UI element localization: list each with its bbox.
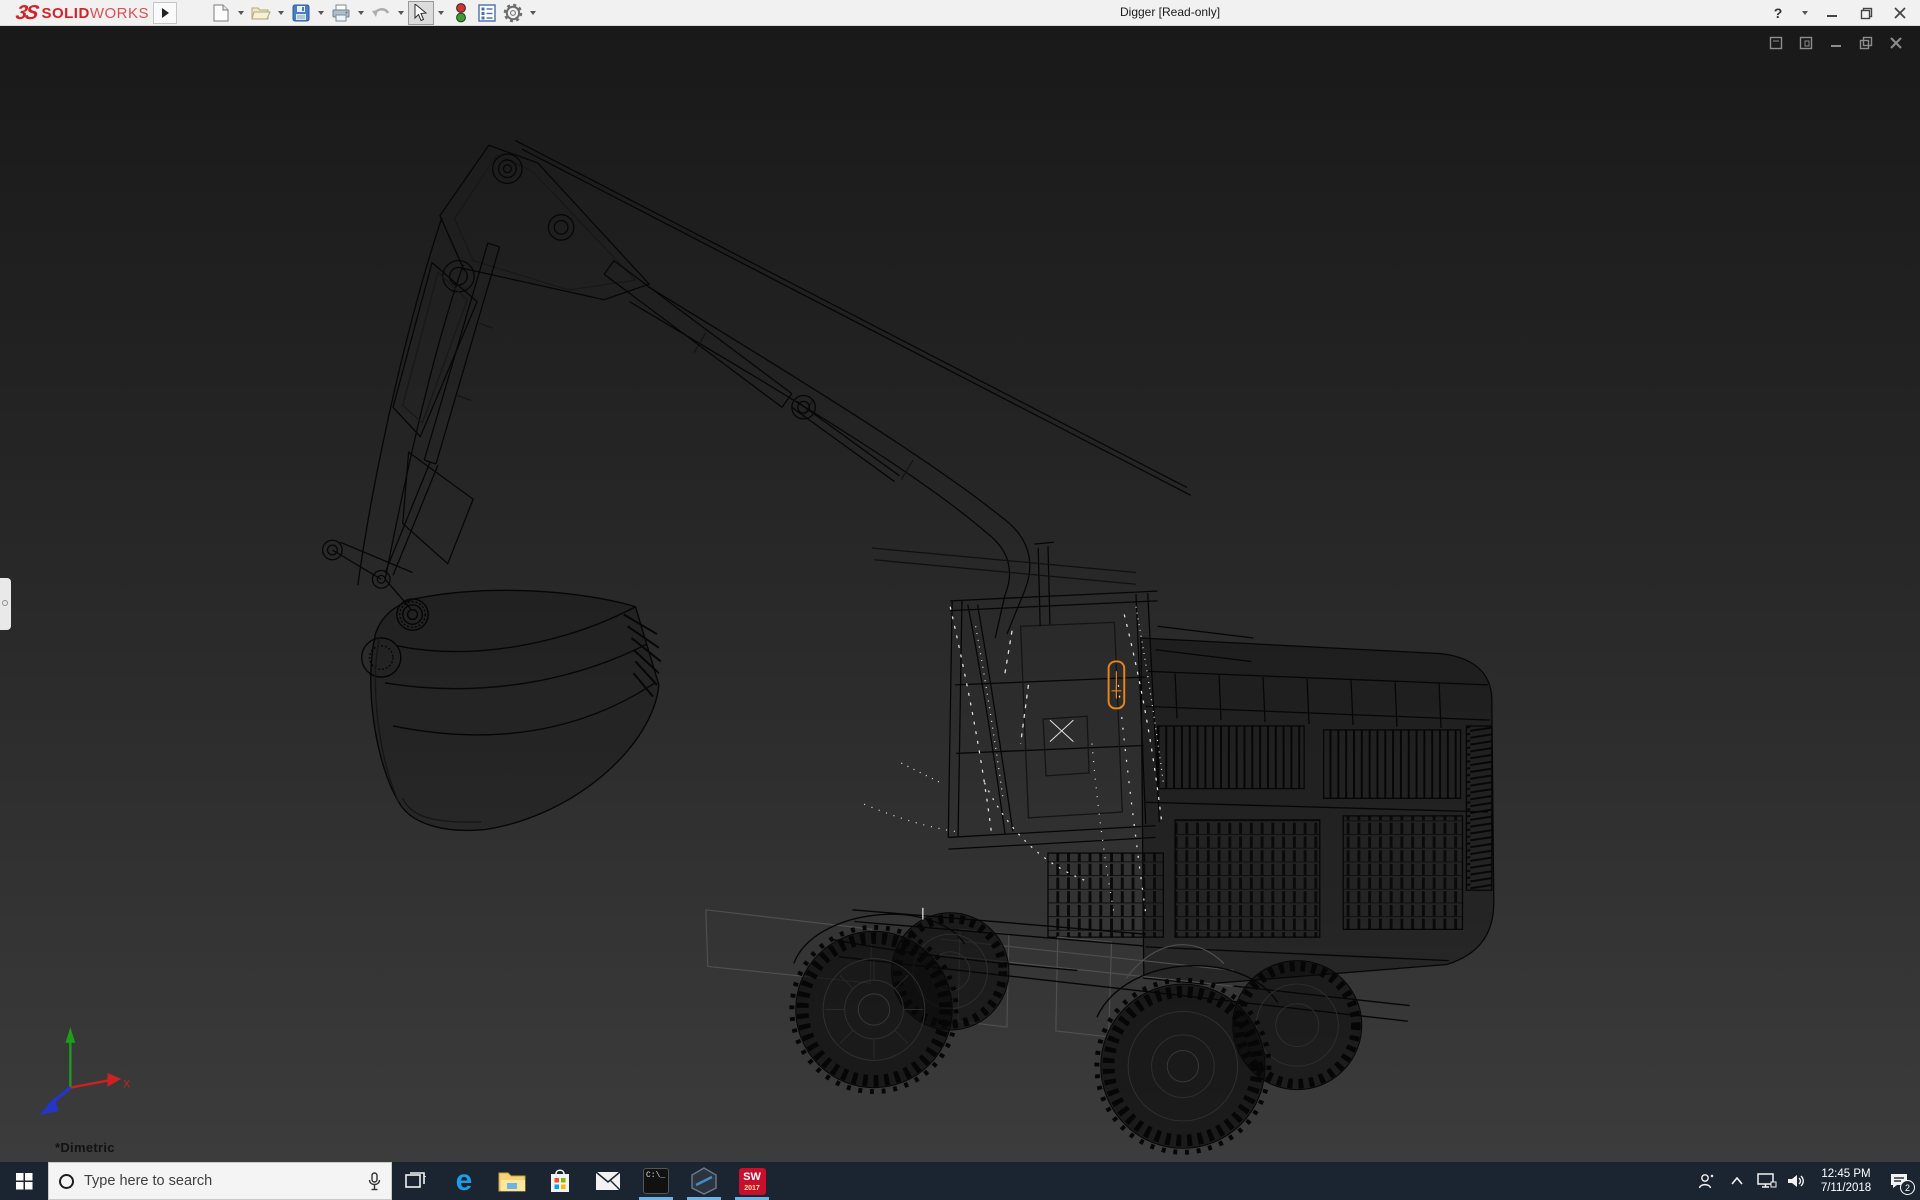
cab[interactable] — [948, 542, 1159, 849]
taskbar-app-edge[interactable]: e — [440, 1162, 488, 1200]
taskbar-app-3d-viewer[interactable] — [680, 1162, 728, 1200]
save-button[interactable] — [288, 1, 314, 25]
select-dropdown[interactable] — [434, 1, 448, 25]
taskbar-app-mail[interactable] — [584, 1162, 632, 1200]
people-icon — [1697, 1172, 1717, 1190]
boom-arm[interactable] — [323, 140, 1191, 638]
help-button[interactable]: ? — [1764, 1, 1792, 25]
graphics-viewport[interactable]: X *Dimetric — [0, 26, 1920, 1162]
minimize-button[interactable] — [1818, 1, 1846, 25]
store-icon — [548, 1168, 572, 1194]
window-title: Digger [Read-only] — [1120, 5, 1220, 19]
taskbar-app-command-prompt[interactable]: C:\_ — [632, 1162, 680, 1200]
print-button[interactable] — [328, 1, 354, 25]
search-placeholder: Type here to search — [84, 1173, 358, 1189]
open-folder-icon — [251, 5, 271, 21]
open-button[interactable] — [248, 1, 274, 25]
task-view-button[interactable] — [392, 1162, 440, 1200]
3d-viewer-icon — [690, 1167, 718, 1195]
x-axis-arrow — [108, 1073, 122, 1087]
taskbar-app-solidworks[interactable]: SW2017 — [728, 1162, 776, 1200]
y-axis-arrow — [65, 1027, 75, 1043]
doc-restore-button[interactable] — [1856, 34, 1876, 52]
select-button[interactable] — [408, 1, 434, 25]
new-document-button[interactable] — [208, 1, 234, 25]
network-button[interactable] — [1754, 1162, 1780, 1200]
expand-arrow-icon — [162, 8, 169, 18]
windows-logo-icon — [16, 1173, 33, 1190]
rebuild-button[interactable] — [448, 1, 474, 25]
solidworks-2017-icon: SW2017 — [739, 1168, 766, 1195]
flyout-pin-icon — [2, 600, 8, 606]
taskbar-clock[interactable]: 12:45 PM 7/11/2018 — [1814, 1167, 1878, 1195]
dassault-3s-icon: 3S — [14, 2, 39, 25]
file-properties-icon — [478, 4, 496, 22]
doc-tile-button[interactable] — [1796, 34, 1816, 52]
microphone-icon[interactable] — [368, 1172, 381, 1191]
document-window-controls — [1766, 34, 1906, 52]
taskbar-app-store[interactable] — [536, 1162, 584, 1200]
task-view-icon — [405, 1171, 427, 1191]
open-dropdown[interactable] — [274, 1, 288, 25]
network-icon — [1757, 1173, 1777, 1189]
action-center-button[interactable]: 2 — [1882, 1162, 1916, 1200]
excavator-wireframe-model[interactable]: X — [0, 26, 1920, 1162]
minimize-icon — [1826, 7, 1838, 19]
solidworks-logo: 3S SOLIDWORKS — [16, 1, 149, 25]
doc-minimize-button[interactable] — [1826, 34, 1846, 52]
start-button[interactable] — [0, 1162, 48, 1200]
mail-icon — [595, 1171, 621, 1191]
wheel-rear-outer[interactable] — [1097, 980, 1269, 1152]
window-controls: ? — [1764, 0, 1914, 26]
save-dropdown[interactable] — [314, 1, 328, 25]
clock-date: 7/11/2018 — [1814, 1181, 1878, 1195]
close-button[interactable] — [1886, 1, 1914, 25]
undo-button[interactable] — [368, 1, 394, 25]
bucket[interactable] — [362, 590, 661, 830]
new-document-icon — [213, 4, 229, 22]
undo-icon — [371, 5, 391, 21]
restore-button[interactable] — [1852, 1, 1880, 25]
volume-button[interactable] — [1784, 1162, 1810, 1200]
new-dropdown[interactable] — [234, 1, 248, 25]
windows-taskbar: Type here to search e — [0, 1162, 1920, 1200]
save-floppy-icon — [292, 4, 310, 22]
edge-icon: e — [456, 1168, 473, 1194]
undo-dropdown[interactable] — [394, 1, 408, 25]
cortana-icon — [59, 1174, 74, 1189]
menu-expand-button[interactable] — [153, 2, 177, 24]
options-button[interactable] — [500, 1, 526, 25]
tray-overflow-button[interactable] — [1724, 1162, 1750, 1200]
orientation-triad: X — [39, 1027, 130, 1115]
help-dropdown[interactable] — [1798, 1, 1812, 25]
options-dropdown[interactable] — [526, 1, 540, 25]
people-button[interactable] — [1694, 1162, 1720, 1200]
feature-panel-flyout-tab[interactable] — [0, 578, 11, 630]
taskbar-search-input[interactable]: Type here to search — [48, 1162, 392, 1200]
view-orientation-label: *Dimetric — [55, 1140, 115, 1155]
system-tray: 12:45 PM 7/11/2018 2 — [1694, 1162, 1920, 1200]
file-properties-button[interactable] — [474, 1, 500, 25]
select-cursor-icon — [414, 4, 428, 22]
restore-icon — [1860, 7, 1873, 20]
notification-badge: 2 — [1900, 1180, 1915, 1195]
file-explorer-icon — [498, 1170, 526, 1192]
titlebar: 3S SOLIDWORKS — [0, 0, 1920, 26]
print-dropdown[interactable] — [354, 1, 368, 25]
close-icon — [1894, 7, 1906, 19]
options-gear-icon — [503, 3, 523, 23]
taskbar-app-file-explorer[interactable] — [488, 1162, 536, 1200]
brand-works-text: WORKS — [90, 5, 149, 22]
quick-access-toolbar — [208, 0, 540, 26]
doc-new-window-button[interactable] — [1766, 34, 1786, 52]
speaker-icon — [1787, 1173, 1807, 1189]
command-prompt-icon: C:\_ — [643, 1168, 669, 1194]
print-icon — [331, 4, 351, 22]
clock-time: 12:45 PM — [1814, 1167, 1878, 1181]
brand-solid-text: SOLID — [41, 5, 89, 22]
doc-close-button[interactable] — [1886, 34, 1906, 52]
x-axis-label: X — [123, 1079, 130, 1091]
rebuild-traffic-light-icon — [455, 3, 467, 23]
chevron-up-icon — [1731, 1177, 1743, 1185]
